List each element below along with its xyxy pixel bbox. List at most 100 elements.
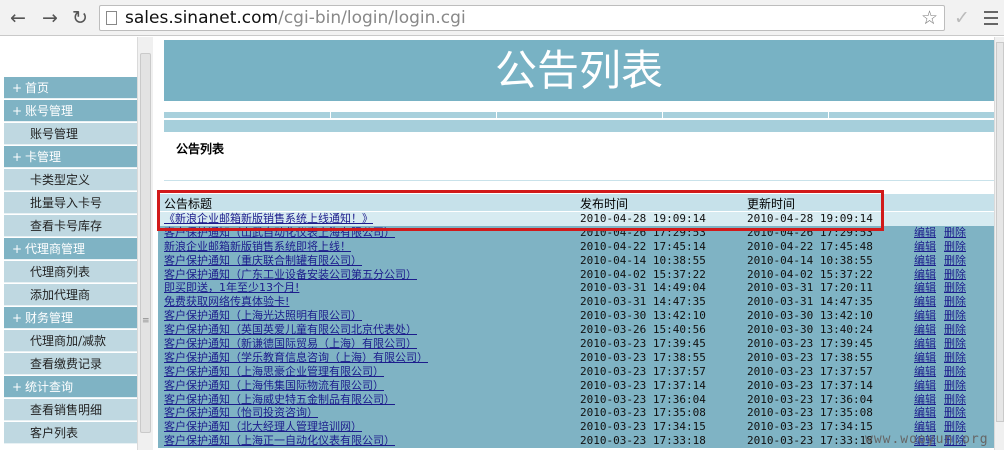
sidebar-section-label: 统计查询: [25, 380, 74, 394]
delete-link[interactable]: 删除: [944, 226, 966, 240]
announcement-title-link[interactable]: 客户保护通知（学乐教育信息咨询（上海）有限公司）: [164, 351, 428, 365]
delete-link[interactable]: 删除: [944, 351, 966, 365]
edit-link[interactable]: 编辑: [914, 379, 936, 393]
updated-time: 2010-03-23 17:35:08: [747, 406, 873, 420]
left-scrollbar[interactable]: ≡: [137, 37, 153, 450]
announcement-title-link[interactable]: 客户保护通知（重庆联合制罐有限公司）: [164, 254, 362, 268]
delete-link[interactable]: 删除: [944, 337, 966, 351]
edit-link[interactable]: 编辑: [914, 295, 936, 309]
menu-icon[interactable]: [982, 6, 1000, 30]
announcement-title-link[interactable]: 客户保护通知（新谦德国际贸易（上海）有限公司）: [164, 337, 417, 351]
sidebar-item[interactable]: 卡类型定义: [4, 169, 137, 191]
back-arrow-icon[interactable]: ←: [6, 6, 30, 30]
delete-link[interactable]: 删除: [944, 323, 966, 337]
sidebar-section-4[interactable]: + 财务管理: [4, 307, 137, 329]
sidebar-section-label: 财务管理: [25, 311, 74, 325]
announcement-title-link[interactable]: 客户保护通知（上海正一自动化仪表有限公司）: [164, 434, 395, 448]
edit-link[interactable]: 编辑: [914, 337, 936, 351]
sidebar-section-2[interactable]: + 卡管理: [4, 146, 137, 168]
announcement-title-link[interactable]: 即买即送，1年至少13个月!: [164, 281, 299, 295]
delete-link[interactable]: 删除: [944, 268, 966, 282]
announcement-title-link[interactable]: 新浪企业邮箱新版销售系统即将上线！: [164, 240, 351, 254]
announcement-title-link[interactable]: 客户保护通知（北大经理人管理培训网）: [164, 420, 362, 434]
forward-arrow-icon[interactable]: →: [38, 6, 62, 30]
address-url[interactable]: sales.sinanet.com/cgi-bin/login/login.cg…: [125, 8, 466, 28]
updated-time: 2010-03-31 17:20:11: [747, 281, 873, 295]
sidebar-menu: + 首页 + 账号管理 账号管理 + 卡管理 卡类型定义 批量导入卡号 查看卡号库存 + 代理商管理代…: [4, 77, 137, 445]
updated-time: 2010-03-23 17:34:15: [747, 420, 873, 434]
delete-link[interactable]: 删除: [944, 365, 966, 379]
published-time: 2010-04-14 10:38:55: [580, 253, 706, 267]
delete-link[interactable]: 删除: [944, 393, 966, 407]
address-bar[interactable]: sales.sinanet.com/cgi-bin/login/login.cg…: [99, 5, 945, 31]
published-time: 2010-03-23 17:37:57: [580, 364, 706, 378]
bookmark-star-icon[interactable]: ☆: [921, 7, 938, 29]
main-scrollbar[interactable]: [994, 37, 1004, 450]
edit-link[interactable]: 编辑: [914, 254, 936, 268]
delete-link[interactable]: 删除: [944, 406, 966, 420]
column-header-published: 发布时间: [580, 197, 629, 211]
announcement-title-link[interactable]: 客户保护通知（上海伟集国际物流有限公司）: [164, 379, 384, 393]
edit-link[interactable]: 编辑: [914, 226, 936, 240]
delete-link[interactable]: 删除: [944, 295, 966, 309]
announcement-title-link[interactable]: 客户保护通知（上海光达照明有限公司）: [164, 309, 362, 323]
left-frame: + 首页 + 账号管理 账号管理 + 卡管理 卡类型定义 批量导入卡号 查看卡号库存 + 代理商管理代…: [0, 37, 153, 450]
delete-link[interactable]: 删除: [944, 309, 966, 323]
edit-link[interactable]: 编辑: [914, 351, 936, 365]
delete-link[interactable]: 删除: [944, 281, 966, 295]
published-time: 2010-04-02 15:37:22: [580, 267, 706, 281]
published-time: 2010-03-31 14:47:35: [580, 295, 706, 309]
sidebar-section-label: 卡管理: [25, 150, 62, 164]
edit-link[interactable]: 编辑: [914, 406, 936, 420]
edit-link[interactable]: 编辑: [914, 393, 936, 407]
edit-link[interactable]: 编辑: [914, 240, 936, 254]
edit-link[interactable]: 编辑: [914, 281, 936, 295]
url-host: sales.sinanet.com: [125, 8, 279, 28]
sidebar-item[interactable]: 代理商加/减款: [4, 330, 137, 352]
announcement-title-link[interactable]: 客户保护通知（上海威史特五金制品有限公司）: [164, 393, 395, 407]
delete-link[interactable]: 删除: [944, 240, 966, 254]
plus-icon: +: [12, 242, 23, 256]
announcement-title-link[interactable]: 客户保护通知（上海思豪企业管理有限公司）: [164, 365, 384, 379]
edit-link[interactable]: 编辑: [914, 365, 936, 379]
edit-link[interactable]: 编辑: [914, 268, 936, 282]
announcement-title-link[interactable]: 客户保护通知（广东工业设备安装公司第五分公司）: [164, 268, 417, 282]
table-row: 客户保护通知（上海光达照明有限公司） 2010-03-30 13:42:10 201…: [158, 309, 994, 324]
sidebar-item[interactable]: 查看缴费记录: [4, 353, 137, 375]
published-time: 2010-03-23 17:38:55: [580, 350, 706, 364]
url-path: /cgi-bin/login/login.cgi: [278, 8, 466, 28]
sidebar-section-0[interactable]: + 首页: [4, 77, 137, 99]
announcement-title-link[interactable]: 客户保护通知（怡司投资咨询）: [164, 406, 318, 420]
sidebar-item[interactable]: 查看卡号库存: [4, 215, 137, 237]
edit-link[interactable]: 编辑: [914, 323, 936, 337]
updated-time: 2010-03-23 17:38:55: [747, 350, 873, 364]
sidebar-section-1[interactable]: + 账号管理: [4, 100, 137, 122]
edit-link[interactable]: 编辑: [914, 309, 936, 323]
sidebar-item[interactable]: 客户列表: [4, 422, 137, 444]
main-scrollbar-thumb[interactable]: [996, 42, 1004, 422]
updated-time: 2010-03-23 17:36:04: [747, 392, 873, 406]
table-row: 客户保护通知（山武自动化仪表上海有限公司） 2010-04-26 17:29:53…: [158, 225, 994, 240]
delete-link[interactable]: 删除: [944, 379, 966, 393]
delete-link[interactable]: 删除: [944, 254, 966, 268]
sidebar-item[interactable]: 添加代理商: [4, 284, 137, 306]
sidebar-item[interactable]: 代理商列表: [4, 261, 137, 283]
published-time: 2010-03-23 17:33:18: [580, 434, 706, 448]
reload-icon[interactable]: ↻: [68, 6, 92, 30]
published-time: 2010-03-23 17:34:15: [580, 420, 706, 434]
watermark: www.wooyun.org: [865, 432, 989, 447]
sidebar-section-3[interactable]: + 代理商管理: [4, 238, 137, 260]
check-icon[interactable]: ✓: [950, 6, 974, 30]
announcement-title-link[interactable]: 客户保护通知（山武自动化仪表上海有限公司）: [164, 226, 395, 240]
page-icon: [106, 11, 117, 25]
sidebar-item[interactable]: 批量导入卡号: [4, 192, 137, 214]
announcement-title-link[interactable]: 《新浪企业邮箱新版销售系统上线通知！》: [164, 212, 373, 226]
announcement-title-link[interactable]: 免费获取网络传真体验卡!: [164, 295, 289, 309]
announcement-title-link[interactable]: 客户保护通知（英国英爱儿童有限公司北京代表处）: [164, 323, 417, 337]
table-row: 即买即送，1年至少13个月! 2010-03-31 14:49:04 2010-03…: [158, 281, 994, 296]
table-row: 客户保护通知（上海思豪企业管理有限公司） 2010-03-23 17:37:57 2…: [158, 364, 994, 379]
sidebar-section-5[interactable]: + 统计查询: [4, 376, 137, 398]
sidebar-item[interactable]: 查看销售明细: [4, 399, 137, 421]
sidebar-item[interactable]: 账号管理: [4, 123, 137, 145]
left-scrollbar-thumb[interactable]: [140, 53, 151, 433]
